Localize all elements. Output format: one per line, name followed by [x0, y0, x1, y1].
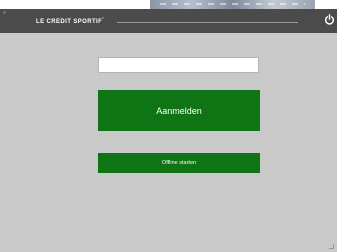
resize-grip[interactable]: [329, 244, 334, 249]
power-icon: [324, 13, 334, 25]
brand-mark: °: [102, 16, 105, 21]
background-photo-strip: [150, 0, 315, 9]
offline-start-button[interactable]: Offline starten: [98, 153, 260, 173]
app-window: LE CREDIT SPORTIF° Aanmelden Offline sta…: [0, 9, 337, 252]
brand-logo: LE CREDIT SPORTIF°: [36, 16, 104, 25]
login-panel: Aanmelden Offline starten: [0, 33, 337, 252]
login-code-input[interactable]: [98, 57, 259, 73]
status-dot-icon: [3, 11, 6, 14]
title-divider: [117, 22, 298, 23]
login-button-label: Aanmelden: [156, 105, 202, 116]
login-button[interactable]: Aanmelden: [98, 90, 260, 131]
offline-button-label: Offline starten: [161, 160, 197, 166]
brand-name: LE CREDIT SPORTIF: [36, 19, 103, 25]
screen: LE CREDIT SPORTIF° Aanmelden Offline sta…: [0, 0, 337, 252]
title-bar: LE CREDIT SPORTIF°: [0, 9, 337, 33]
power-button[interactable]: [322, 12, 336, 26]
